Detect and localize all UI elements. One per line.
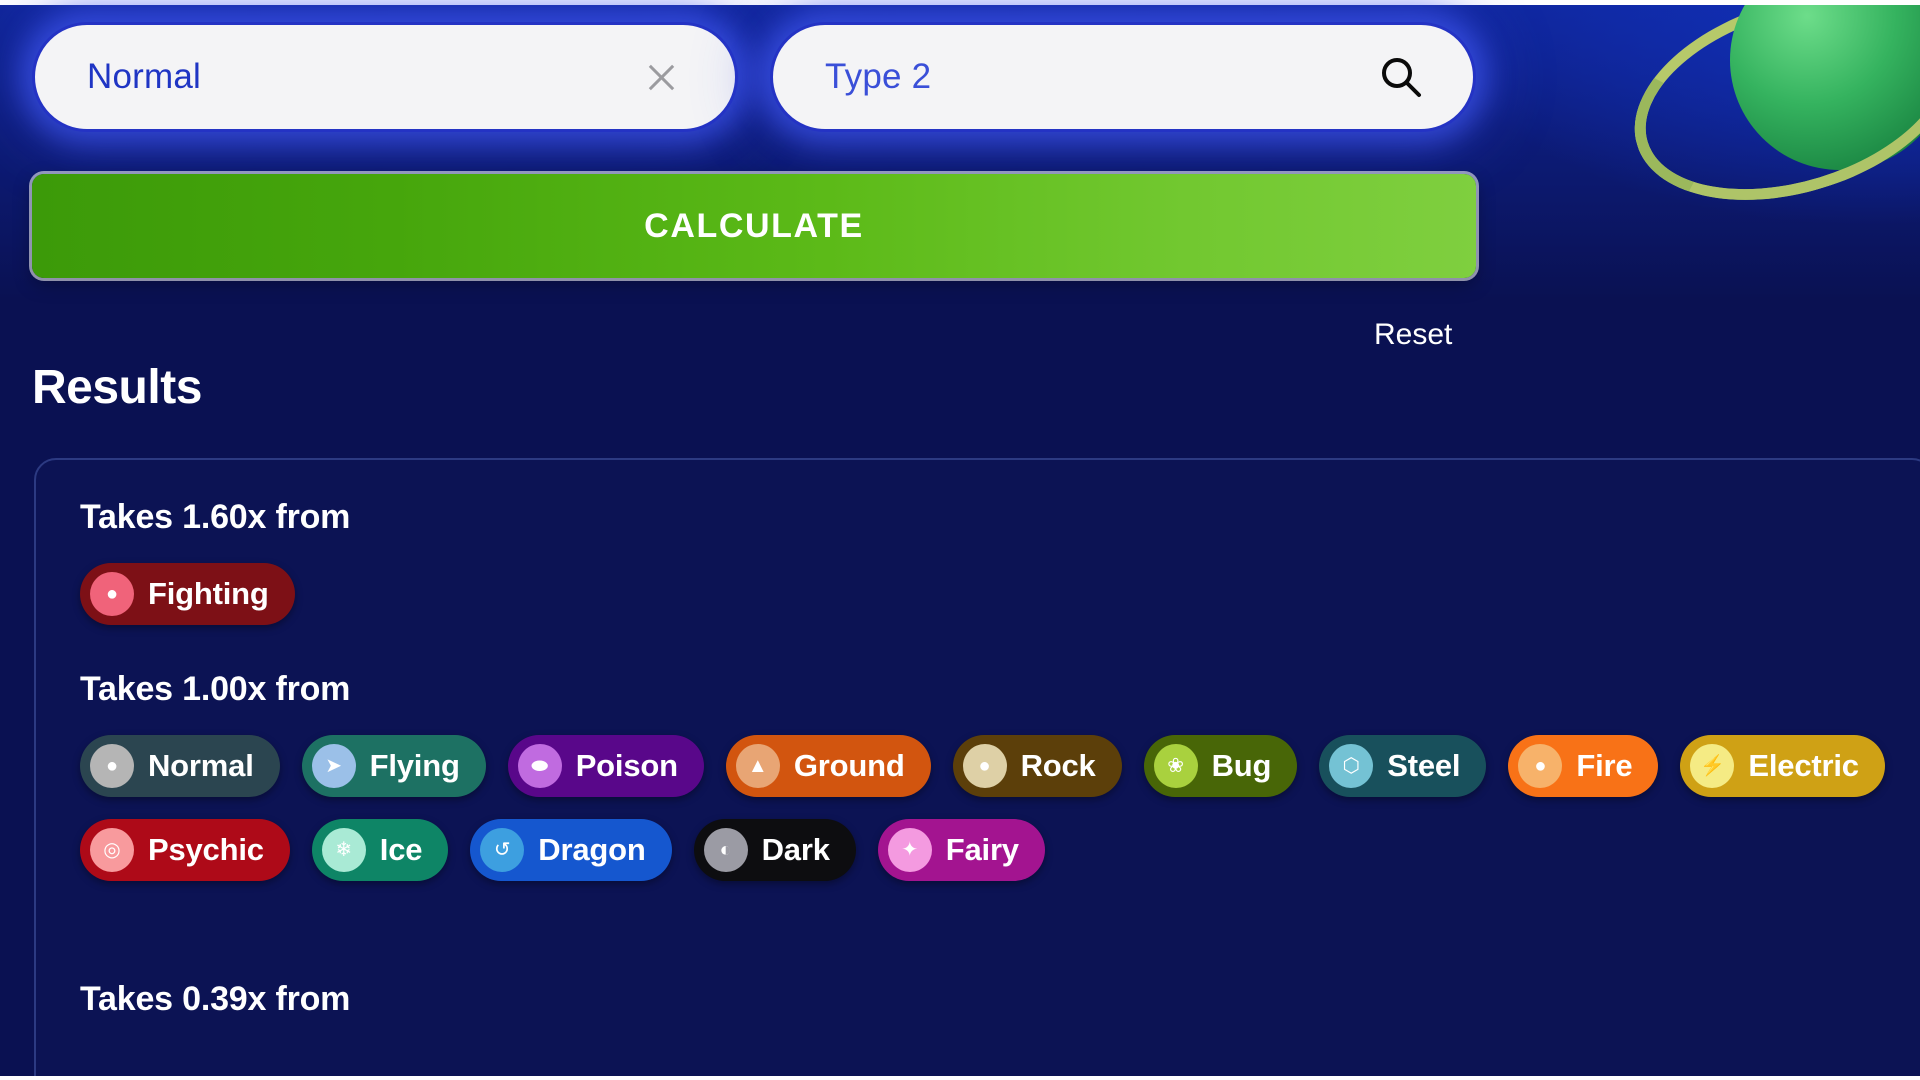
type-badge-label: Electric — [1748, 748, 1859, 783]
bug-type-icon: ❀ — [1153, 744, 1198, 788]
type-badge[interactable]: ⚡ Electric — [1680, 735, 1885, 797]
type-badge[interactable]: ⬡ Steel — [1319, 735, 1487, 797]
type-badge-label: Dragon — [538, 832, 646, 867]
result-group-2-badges: ● Normal ➤ Flying ⬬ Poison ▲ Ground ● Rock ❀ Bug ⬡ St… — [80, 735, 1890, 881]
type-badge[interactable]: ❀ Bug — [1143, 735, 1298, 797]
bottom-edge-bar — [0, 1076, 1920, 1080]
close-x-icon[interactable] — [641, 57, 681, 97]
type-badge[interactable]: ➤ Flying — [301, 735, 486, 797]
type-badge[interactable]: ● Rock — [952, 735, 1122, 797]
type-badge-label: Fairy — [945, 832, 1019, 867]
type-badge[interactable]: ● Normal — [80, 735, 280, 797]
result-group-2: Takes 1.00x from ● Normal ➤ Flying ⬬ Poison ▲ G… — [80, 670, 1890, 881]
type-badge-label: Normal — [148, 748, 254, 783]
result-group-1-badges: ● Fighting — [80, 563, 1890, 625]
type-badge[interactable]: ⬬ Poison — [507, 735, 704, 797]
type1-input-value[interactable]: Normal — [87, 57, 201, 97]
type-badge[interactable]: ● Fire — [1508, 735, 1659, 797]
type-badge-label: Dark — [761, 832, 830, 867]
type-badge[interactable]: ▲ Ground — [725, 735, 931, 797]
result-group-3: Takes 0.39x from — [80, 980, 1890, 1045]
fighting-type-icon: ● — [90, 572, 134, 616]
type1-search-field[interactable]: Normal — [32, 22, 738, 132]
type-badge-label: Bug — [1211, 748, 1272, 783]
type-badge-label: Ground — [793, 748, 905, 783]
type-badge-label: Steel — [1387, 748, 1461, 783]
dragon-type-icon: ↺ — [480, 828, 525, 872]
fire-type-icon: ● — [1518, 744, 1563, 788]
steel-type-icon: ⬡ — [1329, 744, 1374, 788]
poison-type-icon: ⬬ — [517, 744, 562, 788]
type-badge-label: Fighting — [148, 576, 269, 611]
result-group-2-label: Takes 1.00x from — [80, 670, 351, 708]
type-badge[interactable]: ● Fighting — [80, 563, 295, 625]
result-group-1: Takes 1.60x from ● Fighting — [80, 498, 1890, 625]
normal-type-icon: ● — [90, 744, 134, 788]
magnifier-icon[interactable] — [1377, 53, 1425, 101]
dark-type-icon: ◐ — [703, 828, 748, 872]
result-group-1-label: Takes 1.60x from — [80, 498, 351, 536]
type-badge-label: Poison — [575, 748, 678, 783]
reset-button[interactable]: Reset — [1374, 318, 1452, 352]
type-badge[interactable]: ✦ Fairy — [877, 819, 1045, 881]
ground-type-icon: ▲ — [735, 744, 780, 788]
type-badge[interactable]: ❄ Ice — [311, 819, 449, 881]
rock-type-icon: ● — [962, 744, 1007, 788]
type2-input-placeholder[interactable]: Type 2 — [825, 57, 931, 97]
type-badge-label: Ice — [379, 832, 423, 867]
page-title: Results — [32, 361, 202, 414]
results-card: Takes 1.60x from ● Fighting Takes 1.00x f… — [34, 458, 1920, 1080]
ice-type-icon: ❄ — [321, 828, 366, 872]
type-badge[interactable]: ◐ Dark — [693, 819, 856, 881]
fairy-type-icon: ✦ — [887, 828, 932, 872]
type-badge-label: Rock — [1020, 748, 1096, 783]
type-badge[interactable]: ↺ Dragon — [470, 819, 672, 881]
type-badge[interactable]: ◎ Psychic — [80, 819, 290, 881]
calculate-button[interactable]: CALCULATE — [32, 174, 1476, 278]
type-search-row: Normal Type 2 — [32, 22, 1476, 132]
type-badge-label: Flying — [369, 748, 460, 783]
type-badge-label: Psychic — [148, 832, 264, 867]
type2-search-field[interactable]: Type 2 — [770, 22, 1476, 132]
type-badge-label: Fire — [1576, 748, 1633, 783]
psychic-type-icon: ◎ — [90, 828, 134, 872]
electric-type-icon: ⚡ — [1690, 744, 1735, 788]
result-group-3-label: Takes 0.39x from — [80, 980, 351, 1018]
flying-type-icon: ➤ — [311, 744, 356, 788]
